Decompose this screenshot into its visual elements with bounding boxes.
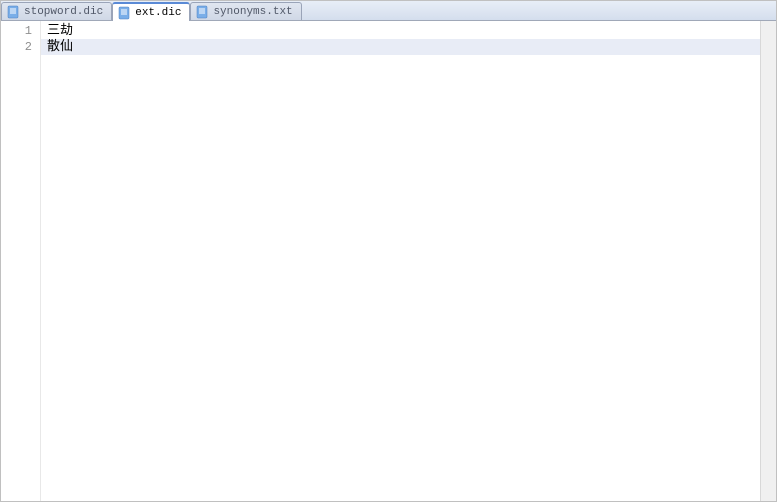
file-icon bbox=[6, 5, 20, 19]
tab-synonyms[interactable]: synonyms.txt bbox=[190, 2, 301, 20]
tab-label: ext.dic bbox=[135, 7, 181, 19]
editor-body: 1 2 三劫 散仙 bbox=[1, 21, 776, 501]
editor-container: stopword.dic ext.dic synonyms.txt 1 2 三劫… bbox=[0, 0, 777, 502]
editor-content[interactable]: 三劫 散仙 bbox=[41, 21, 760, 501]
tab-bar: stopword.dic ext.dic synonyms.txt bbox=[1, 1, 776, 21]
tab-label: synonyms.txt bbox=[213, 6, 292, 18]
tab-stopword[interactable]: stopword.dic bbox=[1, 2, 112, 20]
line-number: 2 bbox=[1, 39, 32, 55]
line-number-gutter: 1 2 bbox=[1, 21, 41, 501]
file-icon bbox=[195, 5, 209, 19]
file-icon bbox=[117, 6, 131, 20]
editor-line: 三劫 bbox=[47, 23, 760, 39]
editor-line: 散仙 bbox=[41, 39, 760, 55]
line-number: 1 bbox=[1, 23, 32, 39]
tab-ext[interactable]: ext.dic bbox=[112, 2, 190, 21]
tab-label: stopword.dic bbox=[24, 6, 103, 18]
vertical-scrollbar[interactable] bbox=[760, 21, 776, 501]
